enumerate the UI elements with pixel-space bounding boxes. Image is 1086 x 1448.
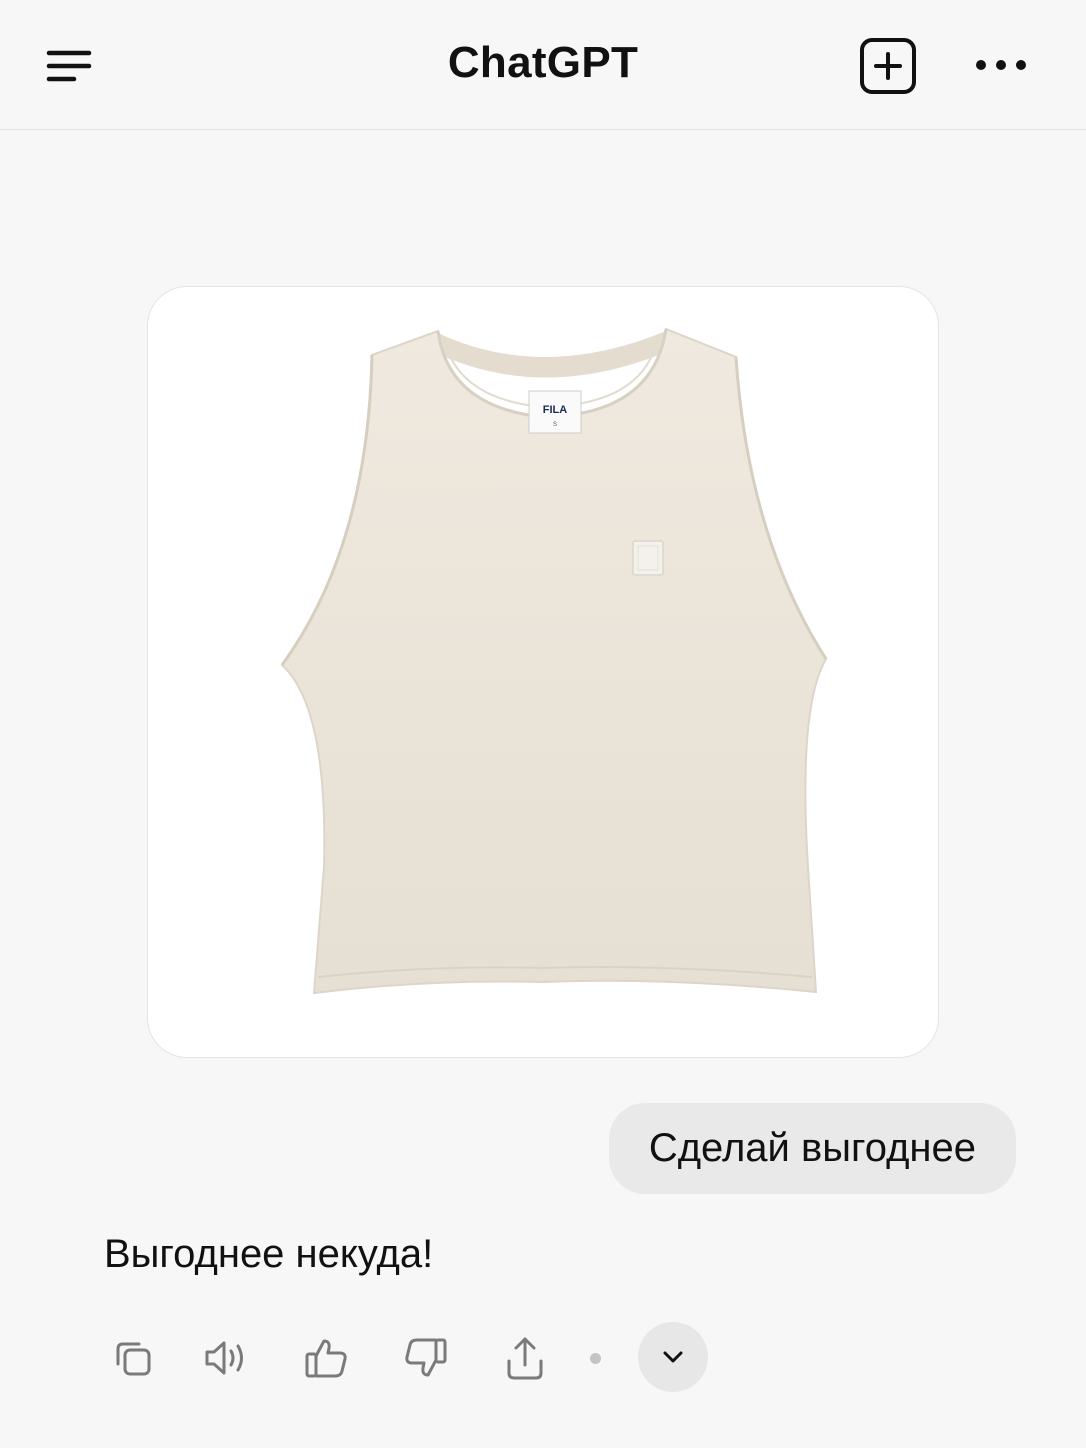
share-button[interactable]	[492, 1322, 558, 1394]
copy-icon	[116, 1342, 151, 1376]
sidebar-menu-button[interactable]	[38, 36, 100, 96]
label-brand-text: FILA	[543, 404, 567, 416]
read-aloud-button[interactable]	[193, 1322, 259, 1394]
hamburger-menu-icon	[46, 50, 92, 82]
separator-dot	[590, 1353, 601, 1364]
ellipsis-icon	[976, 60, 1026, 70]
new-chat-button[interactable]	[852, 34, 924, 98]
bad-response-button[interactable]	[393, 1322, 459, 1394]
label-size-text: S	[553, 422, 557, 428]
more-options-button[interactable]	[964, 36, 1038, 94]
share-icon	[507, 1337, 543, 1380]
read-aloud-icon	[205, 1341, 243, 1375]
uploaded-image[interactable]: FILA S	[147, 286, 939, 1058]
new-chat-plus-square-icon	[860, 38, 916, 94]
user-message-bubble: Сделай выгоднее	[608, 1103, 1016, 1194]
good-response-button[interactable]	[293, 1322, 359, 1394]
top-bar: ChatGPT	[0, 0, 1086, 130]
copy-button[interactable]	[100, 1322, 166, 1394]
thumbs-up-icon	[305, 1339, 347, 1378]
assistant-message: Выгоднее некуда!	[104, 1232, 434, 1276]
thumbs-down-icon	[405, 1338, 447, 1377]
chevron-down-icon	[663, 1351, 683, 1363]
more-actions-toggle[interactable]	[638, 1322, 708, 1392]
tank-top-photo: FILA S	[280, 327, 828, 995]
